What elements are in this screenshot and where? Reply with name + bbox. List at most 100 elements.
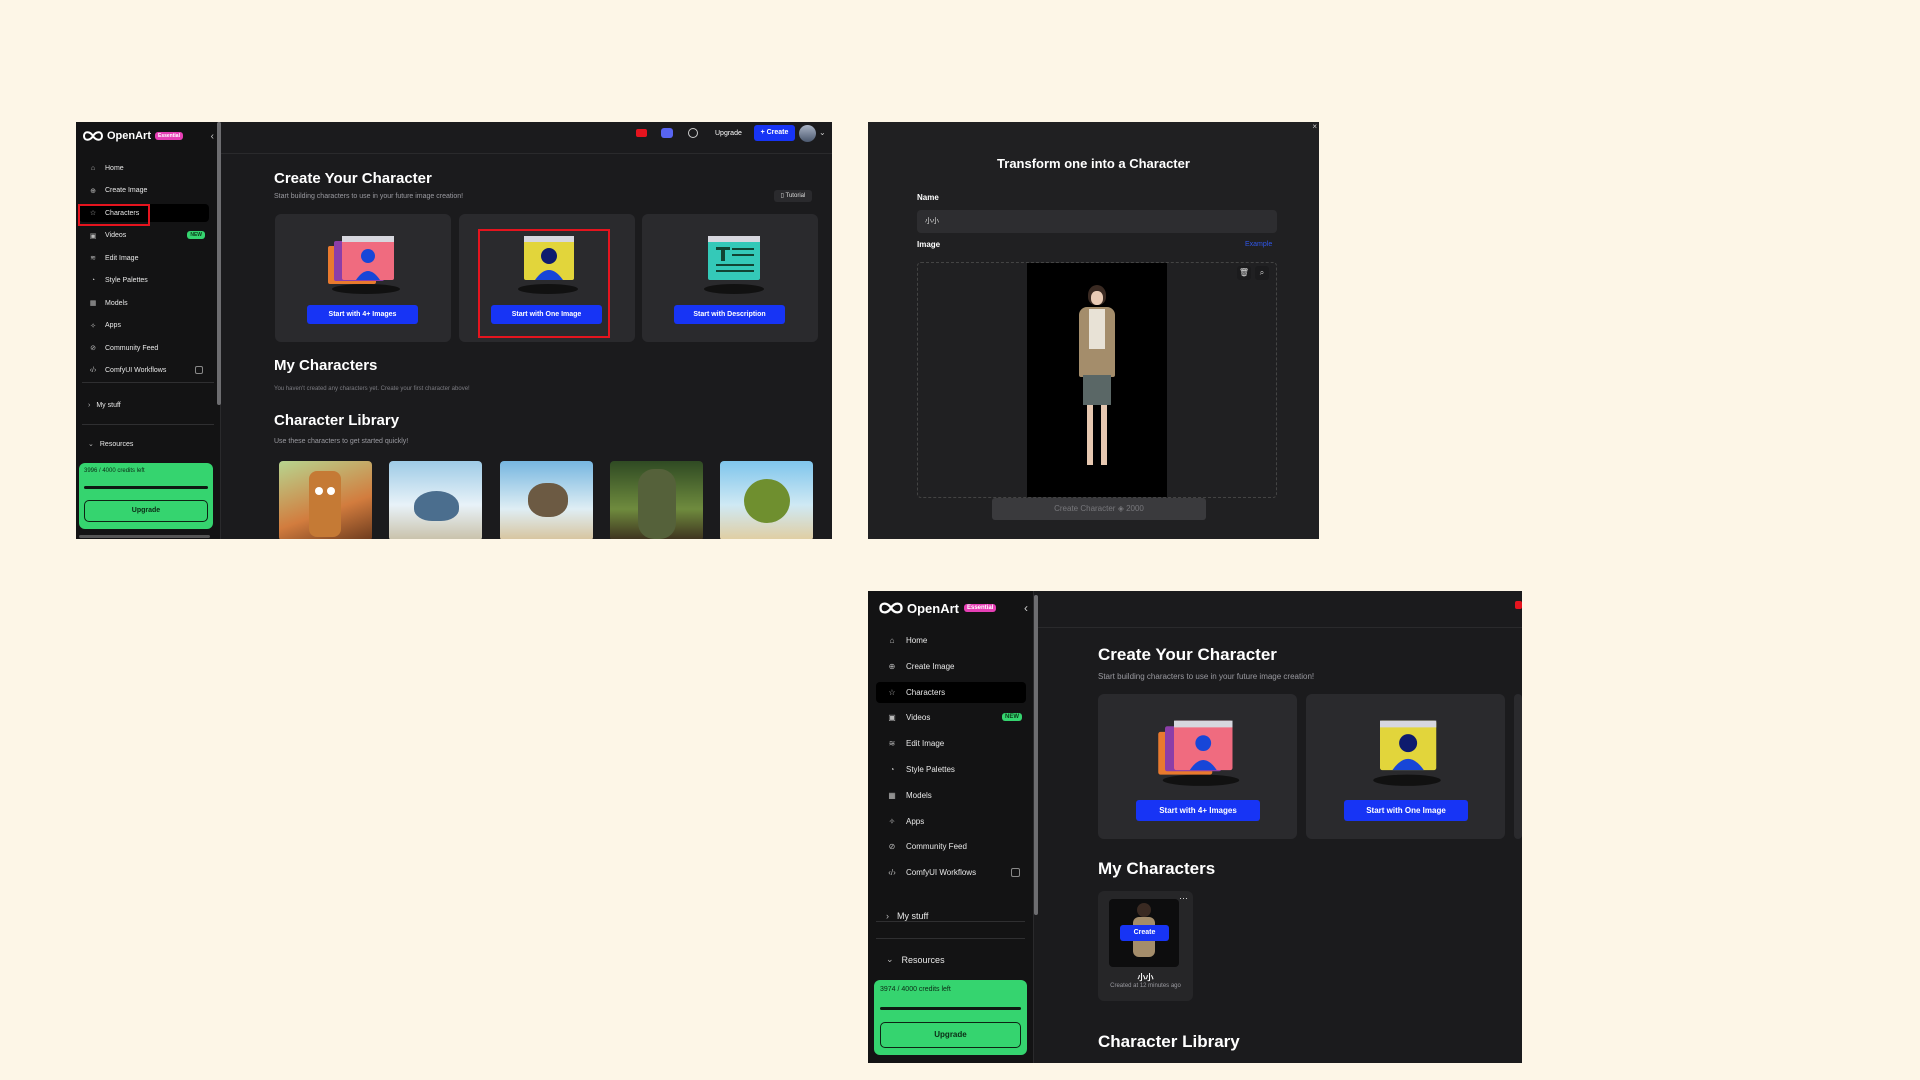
my-stuff-toggle[interactable]: › My stuff [886,911,928,921]
modal-title: Transform one into a Character [997,156,1190,171]
credits-panel: 3996 / 4000 credits left Upgrade [79,463,213,529]
resources-label: Resources [901,954,945,965]
stacked-images-illustration [1158,720,1240,786]
sidebar-item-label: Models [906,790,932,800]
library-character-card[interactable] [279,461,372,539]
info-icon[interactable] [688,128,698,138]
chevron-right-icon: › [886,911,889,921]
sidebar-item-edit-image[interactable]: ≋ Edit Image [79,249,209,267]
plus-circle-icon: ⊕ [90,187,96,195]
name-label: Name [917,193,939,202]
external-link-icon [195,366,203,374]
external-link-icon [1011,867,1020,877]
sidebar-scrollbar[interactable] [217,122,221,405]
library-character-card[interactable] [720,461,813,539]
collapse-sidebar-icon[interactable]: ‹ [211,131,214,142]
sidebar-item-models[interactable]: ▦ Models [79,294,209,312]
start-one-image-button[interactable]: Start with One Image [1344,800,1468,821]
home-icon: ⌂ [90,164,96,172]
sidebar-item-label: Edit Image [105,254,139,262]
sidebar-item-label: Community Feed [105,344,159,352]
resources-toggle[interactable]: ⌄ Resources [886,954,945,965]
discord-icon[interactable] [661,128,673,138]
sidebar-item-label: Apps [105,322,121,329]
sidebar-item-label: Edit Image [906,739,945,749]
sidebar-item-videos[interactable]: ▣ Videos NEW [876,707,1026,728]
sidebar-item-label: ComfyUI Workflows [105,367,167,374]
page-subtitle: Start building characters to use in your… [274,193,464,200]
delete-icon[interactable]: 🗑 [1237,266,1251,280]
sidebar-item-community-feed[interactable]: ⊘ Community Feed [79,339,209,357]
my-character-card[interactable]: ⋯ Create 小小 Created at 12 minutes ago [1098,891,1193,1001]
start-4plus-images-button[interactable]: Start with 4+ Images [307,305,418,324]
new-badge: NEW [1002,712,1022,721]
sidebar-item-apps[interactable]: ✧ Apps [876,811,1026,832]
credits-text: 3996 / 4000 credits left [84,468,145,474]
library-character-card[interactable] [500,461,593,539]
upgrade-button[interactable]: Upgrade [84,500,208,522]
tutorial-button[interactable]: ▯ Tutorial [774,190,812,202]
sidebar-item-home[interactable]: ⌂ Home [79,159,209,177]
character-create-button[interactable]: Create [1120,925,1169,941]
sparkle-icon: ✧ [888,816,896,826]
create-character-button[interactable]: Create Character ◈ 2000 [992,498,1206,520]
sidebar-scrollbar[interactable] [1034,595,1038,915]
more-options-icon[interactable]: ⋯ [1179,893,1188,904]
palette-icon: ◔ [889,765,895,774]
sidebar-item-videos[interactable]: ▣ Videos NEW [79,227,209,245]
sidebar-item-models[interactable]: ▦ Models [876,785,1026,806]
upgrade-button[interactable]: Upgrade [880,1022,1021,1048]
compass-icon: ⊘ [90,345,96,352]
logo-row: OpenArt Essential ‹ [878,600,1028,616]
avatar[interactable] [799,125,816,142]
sidebar-item-label: Create Image [105,187,148,194]
example-link[interactable]: Example [1245,241,1272,248]
sidebar-item-create-image[interactable]: ⊕ Create Image [876,656,1026,677]
sidebar-item-label: ComfyUI Workflows [906,868,977,878]
grid-icon: ▦ [89,300,97,307]
resources-toggle[interactable]: ⌄ Resources [88,440,133,449]
page-title: Create Your Character [274,170,432,187]
library-character-card[interactable] [610,461,703,539]
topbar-create-button[interactable]: + Create [754,125,795,141]
zoom-icon[interactable]: ⌕ [1255,266,1269,280]
youtube-icon[interactable] [1515,601,1522,609]
brand-name: OpenArt [907,600,959,616]
collapse-sidebar-icon[interactable]: ‹ [1024,601,1028,615]
sidebar-item-apps[interactable]: ✧ Apps [79,317,209,335]
sidebar-item-home[interactable]: ⌂ Home [876,630,1026,651]
sidebar-item-community-feed[interactable]: ⊘ Community Feed [876,836,1026,857]
card-description[interactable] [1514,694,1522,839]
start-description-button[interactable]: Start with Description [674,305,785,324]
my-stuff-toggle[interactable]: › My stuff [88,402,121,409]
library-character-card[interactable] [389,461,482,539]
star-icon: ☆ [888,687,896,697]
sidebar-item-label: Create Image [906,661,955,671]
character-library-subtitle: Use these characters to get started quic… [274,438,409,445]
sidebar-item-style-palettes[interactable]: ◔ Style Palettes [876,759,1026,780]
sidebar-item-characters[interactable]: ☆ Characters [876,681,1026,703]
sidebar-item-comfyui-workflows[interactable]: ‹/› ComfyUI Workflows [876,862,1026,883]
my-characters-empty: You haven't created any characters yet. … [274,386,470,392]
code-icon: ‹/› [888,868,896,878]
credit-icon: ◈ [1117,504,1127,513]
new-badge: NEW [187,231,205,239]
credits-bar [84,486,208,489]
my-stuff-label: My stuff [897,911,929,921]
youtube-icon[interactable] [636,129,647,137]
credits-bar [880,1007,1021,1010]
chevron-down-icon[interactable]: ⌄ [819,128,826,137]
sidebar-item-label: Community Feed [906,842,967,852]
close-icon[interactable]: × [1312,122,1317,131]
sidebar-item-comfyui-workflows[interactable]: ‹/› ComfyUI Workflows [79,362,209,380]
horizontal-scrollbar[interactable] [79,535,210,538]
tutorial-label: Tutorial [785,193,806,199]
brand-name: OpenArt [107,130,151,142]
screenshot-transform-modal: Transform one into a Character × Name 小小… [868,122,1319,539]
sidebar-item-create-image[interactable]: ⊕ Create Image [79,182,209,200]
name-input[interactable]: 小小 [917,210,1277,233]
sidebar-item-style-palettes[interactable]: ◔ Style Palettes [79,272,209,290]
start-4plus-images-button[interactable]: Start with 4+ Images [1136,800,1260,821]
topbar-upgrade-link[interactable]: Upgrade [715,130,742,137]
sidebar-item-edit-image[interactable]: ≋ Edit Image [876,733,1026,754]
